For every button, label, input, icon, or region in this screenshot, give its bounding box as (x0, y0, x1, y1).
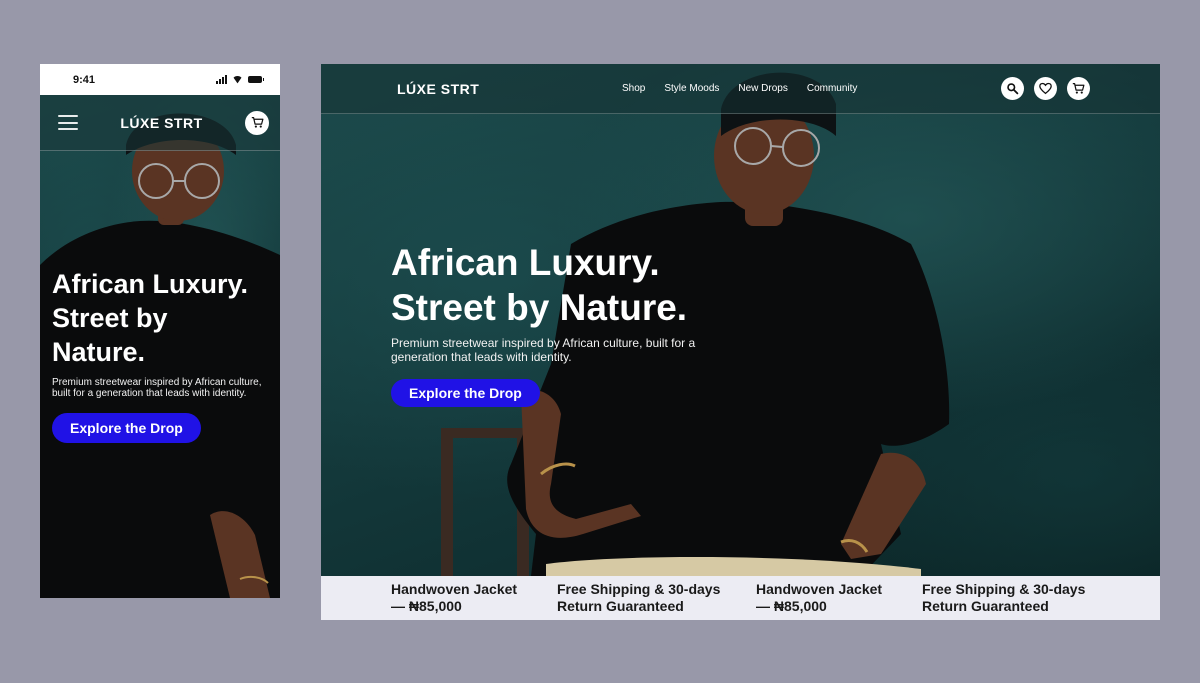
brand-logo[interactable]: LÚXE STRT (120, 115, 202, 131)
status-time: 9:41 (73, 73, 96, 86)
hero-subtitle: Premium streetwear inspired by African c… (391, 336, 696, 364)
ticker-item-shipping: Free Shipping & 30-days Return Guarantee… (557, 581, 721, 614)
search-button[interactable] (1001, 77, 1024, 100)
ticker-item-shipping: Free Shipping & 30-days Return Guarantee… (922, 581, 1086, 614)
hero-subtitle: Premium streetwear inspired by African c… (52, 377, 262, 399)
status-bar: 9:41 (40, 64, 280, 95)
cart-icon (251, 117, 263, 128)
desktop-mockup: LÚXE STRT Shop Style Moods New Drops Com… (321, 64, 1160, 620)
ticker-item-product[interactable]: Handwoven Jacket — ₦85,000 (391, 581, 557, 615)
nav-link-style-moods[interactable]: Style Moods (664, 83, 719, 94)
mobile-hero: LÚXE STRT African Luxury. Street by Natu… (40, 95, 280, 598)
signal-icon (216, 75, 227, 84)
status-icons (216, 75, 264, 84)
desktop-nav: LÚXE STRT Shop Style Moods New Drops Com… (321, 64, 1160, 114)
cart-button[interactable] (1067, 77, 1090, 100)
heart-icon (1039, 82, 1052, 95)
search-icon (1007, 83, 1019, 95)
wifi-icon (232, 76, 243, 84)
battery-icon (248, 76, 264, 83)
hero-headline: African Luxury. Street by Nature. (391, 242, 688, 328)
nav-links: Shop Style Moods New Drops Community (622, 83, 857, 94)
hamburger-icon[interactable] (58, 115, 78, 130)
nav-link-new-drops[interactable]: New Drops (738, 83, 787, 94)
hero-headline: African Luxury. Street by Nature. (52, 269, 249, 367)
ticker-item-product[interactable]: Handwoven Jacket — ₦85,000 (756, 581, 922, 615)
nav-link-community[interactable]: Community (807, 83, 858, 94)
cart-icon (1072, 83, 1085, 94)
mobile-header: LÚXE STRT (40, 95, 280, 151)
cart-button[interactable] (245, 110, 269, 135)
nav-icons (1001, 77, 1090, 100)
mobile-hero-copy: African Luxury. Street by Nature. Premiu… (52, 267, 274, 443)
brand-logo[interactable]: LÚXE STRT (397, 81, 479, 97)
desktop-hero: LÚXE STRT Shop Style Moods New Drops Com… (321, 64, 1160, 576)
wishlist-button[interactable] (1034, 77, 1057, 100)
explore-drop-button[interactable]: Explore the Drop (52, 413, 201, 443)
explore-drop-button[interactable]: Explore the Drop (391, 379, 540, 407)
desktop-hero-copy: African Luxury. Street by Nature. Premiu… (391, 240, 811, 407)
mobile-mockup: 9:41 LÚXE STRT African Luxury. Street by… (40, 64, 280, 598)
promo-ticker: Handwoven Jacket — ₦85,000 Free Shipping… (321, 576, 1160, 620)
nav-link-shop[interactable]: Shop (622, 83, 645, 94)
